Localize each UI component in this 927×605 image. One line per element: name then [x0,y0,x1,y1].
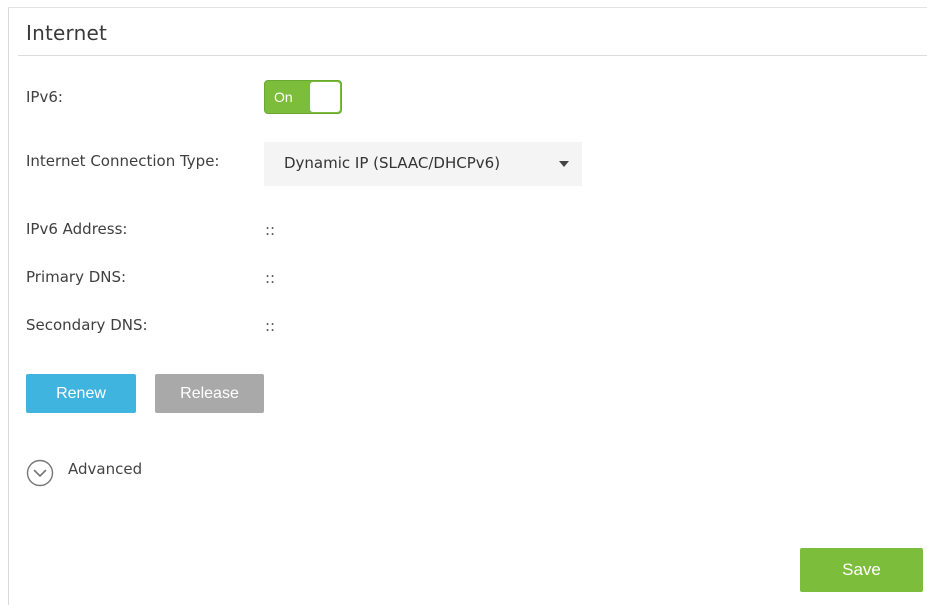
release-button[interactable]: Release [155,374,264,413]
toggle-knob [310,82,340,112]
ipv6-toggle-text: On [274,89,293,105]
title-divider [18,55,927,56]
renew-button[interactable]: Renew [26,374,136,413]
internet-panel: Internet IPv6: On Internet Connection Ty… [8,7,927,605]
secondary-dns-value: :: [265,317,276,335]
ipv6-toggle[interactable]: On [264,80,342,114]
secondary-dns-label: Secondary DNS: [26,316,148,334]
ipv6-address-label: IPv6 Address: [26,220,128,238]
ipv6-label: IPv6: [26,88,63,106]
caret-down-icon [559,161,569,167]
save-button[interactable]: Save [800,548,923,592]
connection-type-value: Dynamic IP (SLAAC/DHCPv6) [284,154,501,172]
ipv6-address-value: :: [265,221,276,239]
connection-type-label: Internet Connection Type: [26,152,220,170]
section-title: Internet [26,21,108,45]
advanced-toggle-label[interactable]: Advanced [68,460,142,478]
chevron-down-circle-icon[interactable] [26,459,54,487]
primary-dns-label: Primary DNS: [26,268,127,286]
primary-dns-value: :: [265,269,276,287]
connection-type-select[interactable]: Dynamic IP (SLAAC/DHCPv6) [264,142,582,186]
